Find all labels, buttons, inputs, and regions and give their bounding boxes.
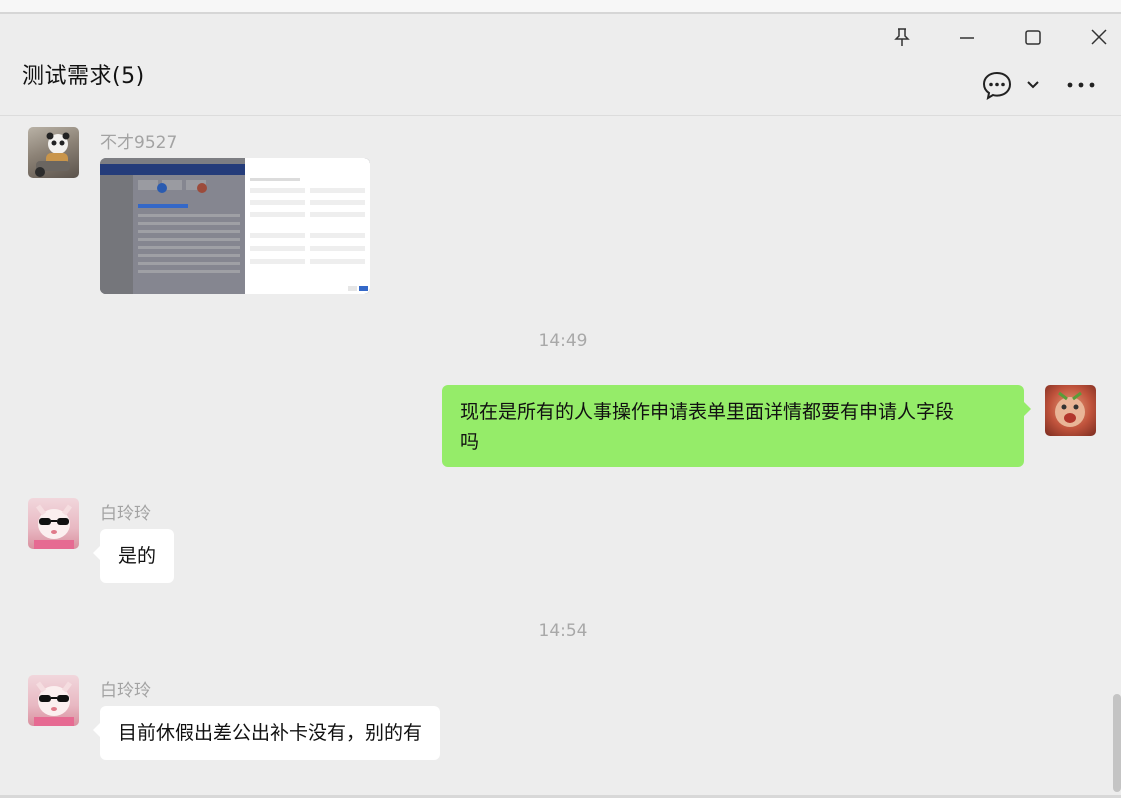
message-bubble[interactable]: 目前休假出差公出补卡没有，别的有 [92, 706, 441, 760]
window-top-border [0, 0, 1121, 14]
avatar[interactable] [28, 675, 79, 726]
chevron-down-icon [1027, 81, 1039, 89]
sender-name: 白玲玲 [100, 504, 151, 524]
chat-bubble-icon [982, 71, 1012, 100]
chat-info-button[interactable] [980, 68, 1014, 102]
chat-title: 测试需求(5) [22, 64, 145, 89]
message-text: 吗 [460, 431, 480, 453]
more-icon [1067, 82, 1095, 88]
maximize-icon [1025, 30, 1041, 45]
message-text: 目前休假出差公出补卡没有，别的有 [118, 722, 423, 744]
timestamp: 14:49 [538, 331, 588, 351]
close-icon [1091, 29, 1107, 45]
avatar[interactable] [28, 498, 79, 549]
chat-dropdown-button[interactable] [1022, 74, 1044, 96]
pin-button[interactable] [889, 24, 915, 50]
self-avatar[interactable] [1045, 385, 1096, 436]
pin-icon [894, 28, 910, 46]
scrollbar[interactable] [1113, 694, 1121, 792]
image-message[interactable] [100, 158, 370, 294]
self-message-bubble[interactable]: 现在是所有的人事操作申请表单里面详情都要有申请人字段 吗 [442, 385, 1031, 467]
message-text: 现在是所有的人事操作申请表单里面详情都要有申请人字段 [460, 401, 955, 423]
message-bubble[interactable]: 是的 [92, 529, 175, 583]
message-text: 是的 [118, 545, 157, 567]
sender-name: 白玲玲 [100, 681, 151, 701]
avatar[interactable] [28, 127, 79, 178]
minimize-icon [960, 37, 974, 39]
more-button[interactable] [1064, 74, 1098, 96]
close-button[interactable] [1086, 24, 1112, 50]
sender-name: 不才9527 [100, 133, 178, 153]
timestamp: 14:54 [538, 621, 588, 641]
header-divider [0, 115, 1121, 116]
minimize-button[interactable] [954, 24, 980, 50]
maximize-button[interactable] [1020, 24, 1046, 50]
